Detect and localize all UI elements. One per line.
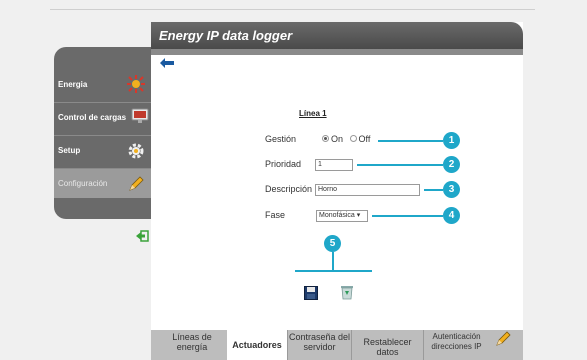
- back-arrow-icon[interactable]: [160, 58, 174, 68]
- fase-select[interactable]: Monofásica ▾: [316, 210, 368, 222]
- callout-line-2: [357, 164, 443, 166]
- pencil-icon: [129, 176, 144, 191]
- tab-actuadores[interactable]: Actuadores: [227, 330, 287, 360]
- callout-badge-1: 1: [443, 132, 460, 149]
- sun-icon: [127, 75, 145, 93]
- gear-icon: [128, 143, 144, 159]
- title-stripe: [151, 49, 523, 55]
- dropdown-arrow-icon: ▾: [354, 212, 361, 219]
- gestion-off-option[interactable]: Off: [349, 134, 371, 144]
- sidebar-item-setup[interactable]: Setup: [54, 135, 151, 165]
- radio-on[interactable]: [322, 135, 329, 143]
- callout-badge-2: 2: [443, 156, 460, 173]
- callout-badge-5: 5: [324, 235, 341, 252]
- tab-restablecer-datos[interactable]: Restablecer datos: [351, 330, 423, 360]
- title-bar: Energy IP data logger: [151, 22, 523, 55]
- prioridad-label: Prioridad: [265, 159, 302, 169]
- bottom-tab-bar: Líneas de energía Actuadores Contraseña …: [151, 330, 523, 360]
- tab-contrasena-del-servidor[interactable]: Contraseña del servidor: [287, 330, 351, 360]
- fase-label: Fase: [265, 210, 286, 220]
- callout-badge-3: 3: [443, 181, 460, 198]
- sidebar-item-control-de-cargas[interactable]: Control de cargas: [54, 102, 151, 132]
- section-title: Línea 1: [299, 109, 327, 118]
- exit-icon[interactable]: [135, 230, 149, 242]
- radio-off[interactable]: [349, 135, 357, 143]
- callout-line-3: [424, 189, 443, 191]
- sidebar-item-label: Configuración: [58, 179, 108, 188]
- sidebar-item-label: Setup: [58, 146, 81, 155]
- sidebar-item-configuracion[interactable]: Configuración: [54, 168, 151, 198]
- callout-line-1: [378, 140, 443, 142]
- descripcion-label: Descripción: [265, 184, 313, 194]
- callout-line-4: [372, 215, 443, 217]
- save-icon[interactable]: [304, 286, 318, 300]
- pencil-icon[interactable]: [494, 330, 512, 348]
- top-divider: [50, 9, 535, 10]
- sidebar-item-energia[interactable]: Energia: [54, 69, 151, 99]
- callout-line-5-vertical: [332, 252, 334, 271]
- sidebar-item-label: Energia: [58, 79, 88, 89]
- sidebar-item-label: Control de cargas: [58, 113, 127, 122]
- tab-lineas-de-energia[interactable]: Líneas de energía: [159, 330, 225, 360]
- callout-line-5-horizontal: [295, 270, 372, 272]
- gestion-radio-group: On Off: [322, 134, 374, 144]
- callout-badge-4: 4: [443, 207, 460, 224]
- sidebar: Energia Control de cargas Setup Configur…: [54, 47, 151, 219]
- gestion-label: Gestión: [265, 134, 297, 144]
- gestion-on-label: On: [331, 134, 344, 144]
- trash-icon[interactable]: [340, 284, 354, 300]
- monitor-icon: [131, 108, 149, 123]
- gestion-off-label: Off: [358, 134, 371, 144]
- prioridad-input[interactable]: 1: [315, 159, 353, 171]
- tab-autenticacion-direcciones-ip[interactable]: Autenticación direcciones IP: [423, 330, 489, 360]
- gestion-on-option[interactable]: On: [322, 134, 343, 144]
- descripcion-input[interactable]: Horno: [315, 184, 420, 196]
- fase-select-value: Monofásica: [319, 212, 355, 219]
- window-title: Energy IP data logger: [159, 28, 293, 43]
